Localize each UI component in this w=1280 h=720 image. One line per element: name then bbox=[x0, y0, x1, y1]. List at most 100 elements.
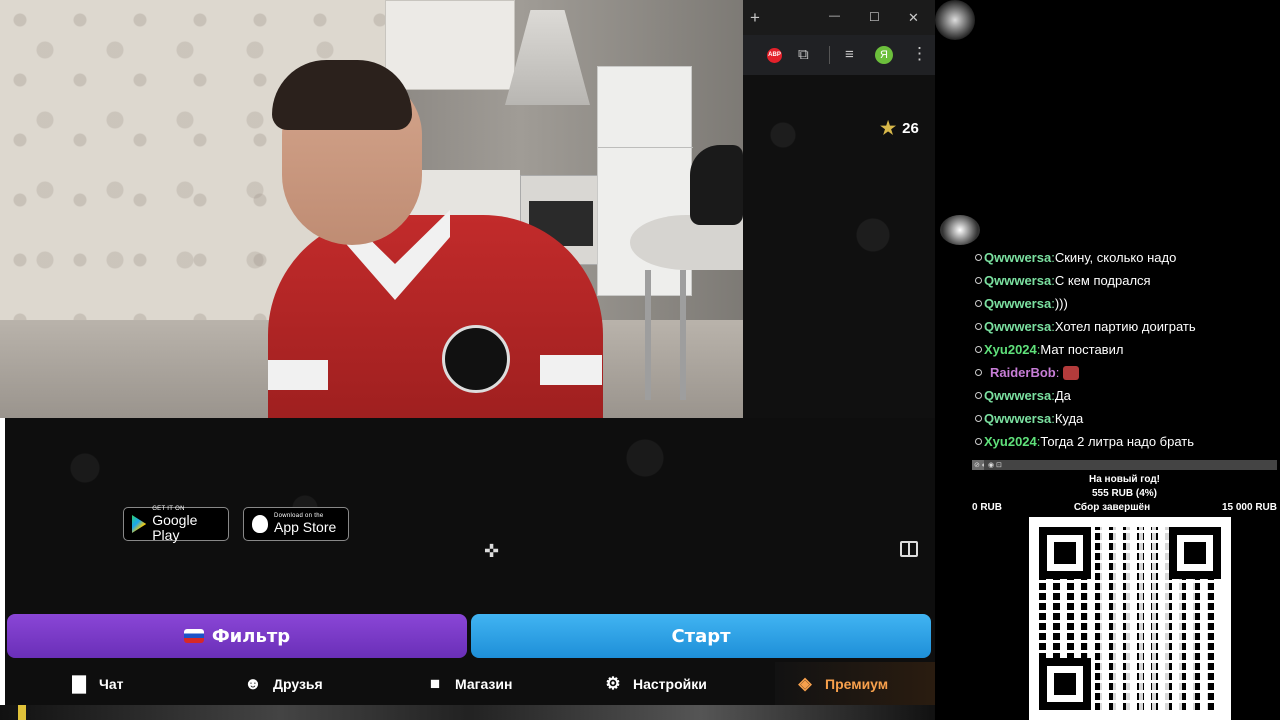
friends-icon: ☻ bbox=[244, 674, 262, 693]
chat-message: Xyu2024: Тогда 2 литра надо брать bbox=[972, 430, 1277, 453]
chat-text: Скину, сколько надо bbox=[1054, 250, 1177, 265]
chat-message: Qwwwersa:))) bbox=[972, 292, 1277, 315]
goal-title: На новый год! bbox=[1088, 474, 1160, 485]
qr-finder bbox=[1169, 527, 1221, 579]
goal-status: Сбор завершён bbox=[1073, 502, 1151, 513]
app-store-label: App Store bbox=[274, 519, 337, 535]
chat-separator: : bbox=[1055, 365, 1060, 380]
stars-count: 26 bbox=[902, 119, 919, 137]
chat-username[interactable]: Qwwwersa bbox=[984, 250, 1051, 265]
gamepad-icon[interactable]: ✜ bbox=[484, 541, 499, 562]
chat-emote-icon bbox=[1063, 365, 1080, 380]
chat-text: Мат поставил bbox=[1040, 342, 1124, 357]
overlay-glow bbox=[935, 0, 975, 40]
nav-settings[interactable]: ⚙ Настройки bbox=[603, 675, 707, 692]
goal-icons: ⊘ ◐ ◉ ⊡ bbox=[974, 462, 1002, 469]
chat-username[interactable]: Qwwwersa bbox=[984, 319, 1051, 334]
nav-chat[interactable]: ▇ Чат bbox=[69, 675, 123, 692]
apple-icon bbox=[252, 515, 268, 533]
chat-icon: ▇ bbox=[72, 674, 86, 693]
chat-message: Xyu2024: Мат поставил bbox=[972, 338, 1277, 361]
nav-settings-label: Настройки bbox=[633, 675, 707, 692]
new-tab-icon[interactable]: + bbox=[750, 9, 760, 26]
chat-message: Qwwwersa: Куда bbox=[972, 407, 1277, 430]
chat-username[interactable]: Qwwwersa bbox=[984, 411, 1051, 426]
chat-badge-icon bbox=[975, 369, 982, 376]
chat-badge-icon bbox=[975, 300, 982, 307]
chat-message: Qwwwersa: С кем подрался bbox=[972, 269, 1277, 292]
chat-message: Qwwwersa: Скину, сколько надо bbox=[972, 246, 1277, 269]
stars-counter[interactable]: ★ 26 bbox=[880, 119, 919, 137]
shop-bag-icon: ■ bbox=[429, 674, 441, 693]
nav-friends[interactable]: ☻ Друзья bbox=[243, 675, 323, 692]
chat-username[interactable]: Xyu2024 bbox=[984, 434, 1037, 449]
nav-premium-label: Премиум bbox=[825, 675, 889, 692]
chat-badge-icon bbox=[975, 346, 982, 353]
nav-premium[interactable]: ◈ Премиум bbox=[795, 675, 888, 692]
start-button[interactable]: Старт bbox=[471, 614, 931, 658]
nav-shop-label: Магазин bbox=[455, 675, 513, 692]
russia-flag-icon bbox=[183, 629, 204, 643]
start-label: Старт bbox=[671, 625, 731, 647]
qr-finder bbox=[1039, 527, 1091, 579]
goal-raised: 555 RUB (4%) bbox=[1091, 488, 1158, 499]
chat-username[interactable]: RaiderBob bbox=[990, 365, 1056, 380]
chat-badge-icon bbox=[975, 415, 982, 422]
chat-text: С кем подрался bbox=[1054, 273, 1151, 288]
goal-min: 0 RUB bbox=[972, 502, 1003, 513]
bottom-strip bbox=[0, 705, 935, 720]
filter-button[interactable]: Фильтр bbox=[7, 614, 467, 658]
chat-username[interactable]: Qwwwersa bbox=[984, 388, 1051, 403]
chat-message: Qwwwersa: Хотел партию доиграть bbox=[972, 315, 1277, 338]
chat-badge-icon bbox=[975, 254, 982, 261]
chat-message: Qwwwersa: Да bbox=[972, 384, 1277, 407]
minimize-icon[interactable]: — bbox=[829, 9, 840, 24]
nav-friends-label: Друзья bbox=[273, 675, 323, 692]
donation-goal: ⊘ ◐ ◉ ⊡ На новый год! 555 RUB (4%) 0 RUB… bbox=[972, 460, 1277, 515]
chat-badge-icon bbox=[975, 438, 982, 445]
chat-text: Куда bbox=[1054, 411, 1084, 426]
chat-message: RaiderBob: bbox=[972, 361, 1277, 384]
chat-roulette-app: ★ 26 GET IT ON Google Play Download on t… bbox=[0, 75, 935, 705]
chat-username[interactable]: Qwwwersa bbox=[984, 273, 1051, 288]
nav-chat-label: Чат bbox=[99, 675, 124, 692]
chat-messages: Qwwwersa: Скину, сколько надо Qwwwersa: С к… bbox=[972, 246, 1277, 453]
chat-username[interactable]: Xyu2024 bbox=[984, 342, 1037, 357]
google-play-label: Google Play bbox=[152, 511, 198, 543]
chat-text: Тогда 2 литра надо брать bbox=[1040, 434, 1195, 449]
adblock-icon[interactable]: ABP bbox=[767, 48, 782, 63]
gift-icon[interactable] bbox=[900, 541, 918, 557]
chat-text: Да bbox=[1054, 388, 1071, 403]
qr-finder bbox=[1039, 658, 1091, 710]
browser-menu-icon[interactable]: ⋮ bbox=[911, 45, 928, 62]
chat-text: Хотел партию доиграть bbox=[1054, 319, 1196, 334]
star-icon: ★ bbox=[880, 118, 897, 138]
extensions-icon[interactable]: ⧉ bbox=[798, 47, 809, 62]
chat-badge-icon bbox=[975, 277, 982, 284]
toolbar-divider bbox=[829, 46, 830, 64]
browser-toolbar: + — ☐ ✕ ABP ⧉ ≡ Я ⋮ bbox=[743, 0, 935, 75]
chat-badge-icon bbox=[975, 392, 982, 399]
close-icon[interactable]: ✕ bbox=[908, 10, 919, 25]
bottom-nav: ▇ Чат ☻ Друзья ■ Магазин ⚙ Настройки ◈ П… bbox=[5, 662, 935, 705]
chat-username[interactable]: Qwwwersa bbox=[984, 296, 1051, 311]
donation-qr-code bbox=[1029, 517, 1231, 720]
chat-text: ))) bbox=[1054, 296, 1068, 311]
gear-icon: ⚙ bbox=[605, 674, 621, 693]
chat-cut-line bbox=[972, 230, 1277, 246]
maximize-icon[interactable]: ☐ bbox=[869, 10, 880, 25]
nav-shop[interactable]: ■ Магазин bbox=[425, 674, 513, 693]
yellow-marker bbox=[18, 705, 26, 720]
app-store-button[interactable]: Download on the App Store bbox=[243, 507, 349, 541]
chat-badge-icon bbox=[975, 323, 982, 330]
goal-max: 15 000 RUB bbox=[1221, 502, 1277, 513]
profile-avatar[interactable]: Я bbox=[875, 46, 893, 64]
stream-screen: + — ☐ ✕ ABP ⧉ ≡ Я ⋮ ★ 26 GET IT ON Googl… bbox=[0, 0, 1280, 720]
goal-progress-bar: ⊘ ◐ ◉ ⊡ bbox=[972, 460, 1277, 470]
media-control-icon[interactable]: ≡ bbox=[845, 47, 854, 62]
google-play-icon bbox=[132, 515, 147, 533]
google-play-button[interactable]: GET IT ON Google Play bbox=[123, 506, 229, 543]
stream-chat: Qwwwersa: Скину, сколько надо Qwwwersa: С к… bbox=[972, 230, 1277, 453]
tag-icon: ◈ bbox=[798, 674, 812, 693]
filter-label: Фильтр bbox=[211, 625, 291, 647]
